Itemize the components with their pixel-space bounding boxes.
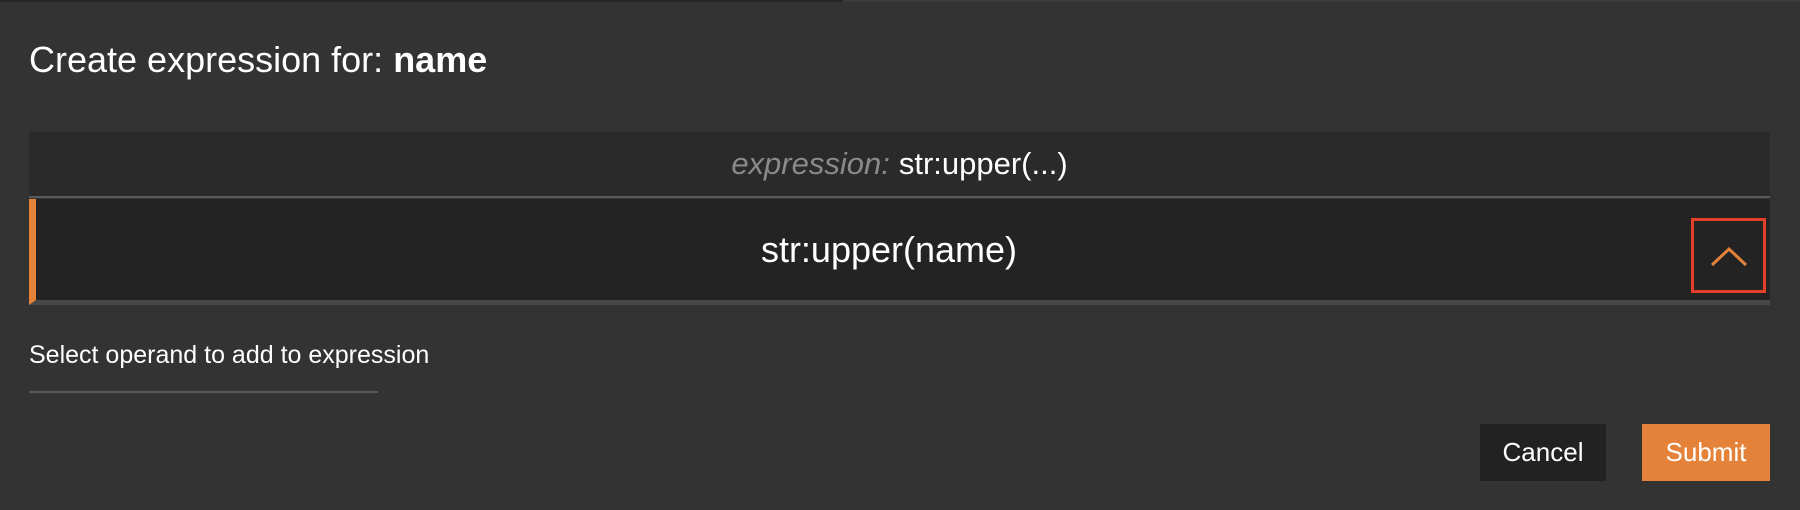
- expression-header-value: str:upper(...): [898, 146, 1068, 181]
- expression-header[interactable]: expression: str:upper(...): [29, 132, 1770, 198]
- dialog-title: Create expression for: name: [29, 36, 487, 84]
- expression-panel[interactable]: str:upper(name): [29, 199, 1770, 305]
- collapse-button[interactable]: [1691, 218, 1766, 293]
- cancel-button[interactable]: Cancel: [1480, 424, 1606, 481]
- dialog-title-field: name: [393, 39, 488, 80]
- dialog-title-prefix: Create expression for:: [29, 39, 384, 80]
- chevron-up-icon: [1710, 246, 1747, 266]
- submit-button[interactable]: Submit: [1642, 424, 1770, 481]
- operand-select-label[interactable]: Select operand to add to expression: [29, 338, 429, 372]
- top-strip-segment: [0, 0, 843, 2]
- expression-text: str:upper(name): [760, 229, 1018, 270]
- top-progress-strip: [0, 0, 1800, 2]
- operand-select-underline: [29, 391, 378, 393]
- expression-header-prefix: expression:: [731, 146, 890, 181]
